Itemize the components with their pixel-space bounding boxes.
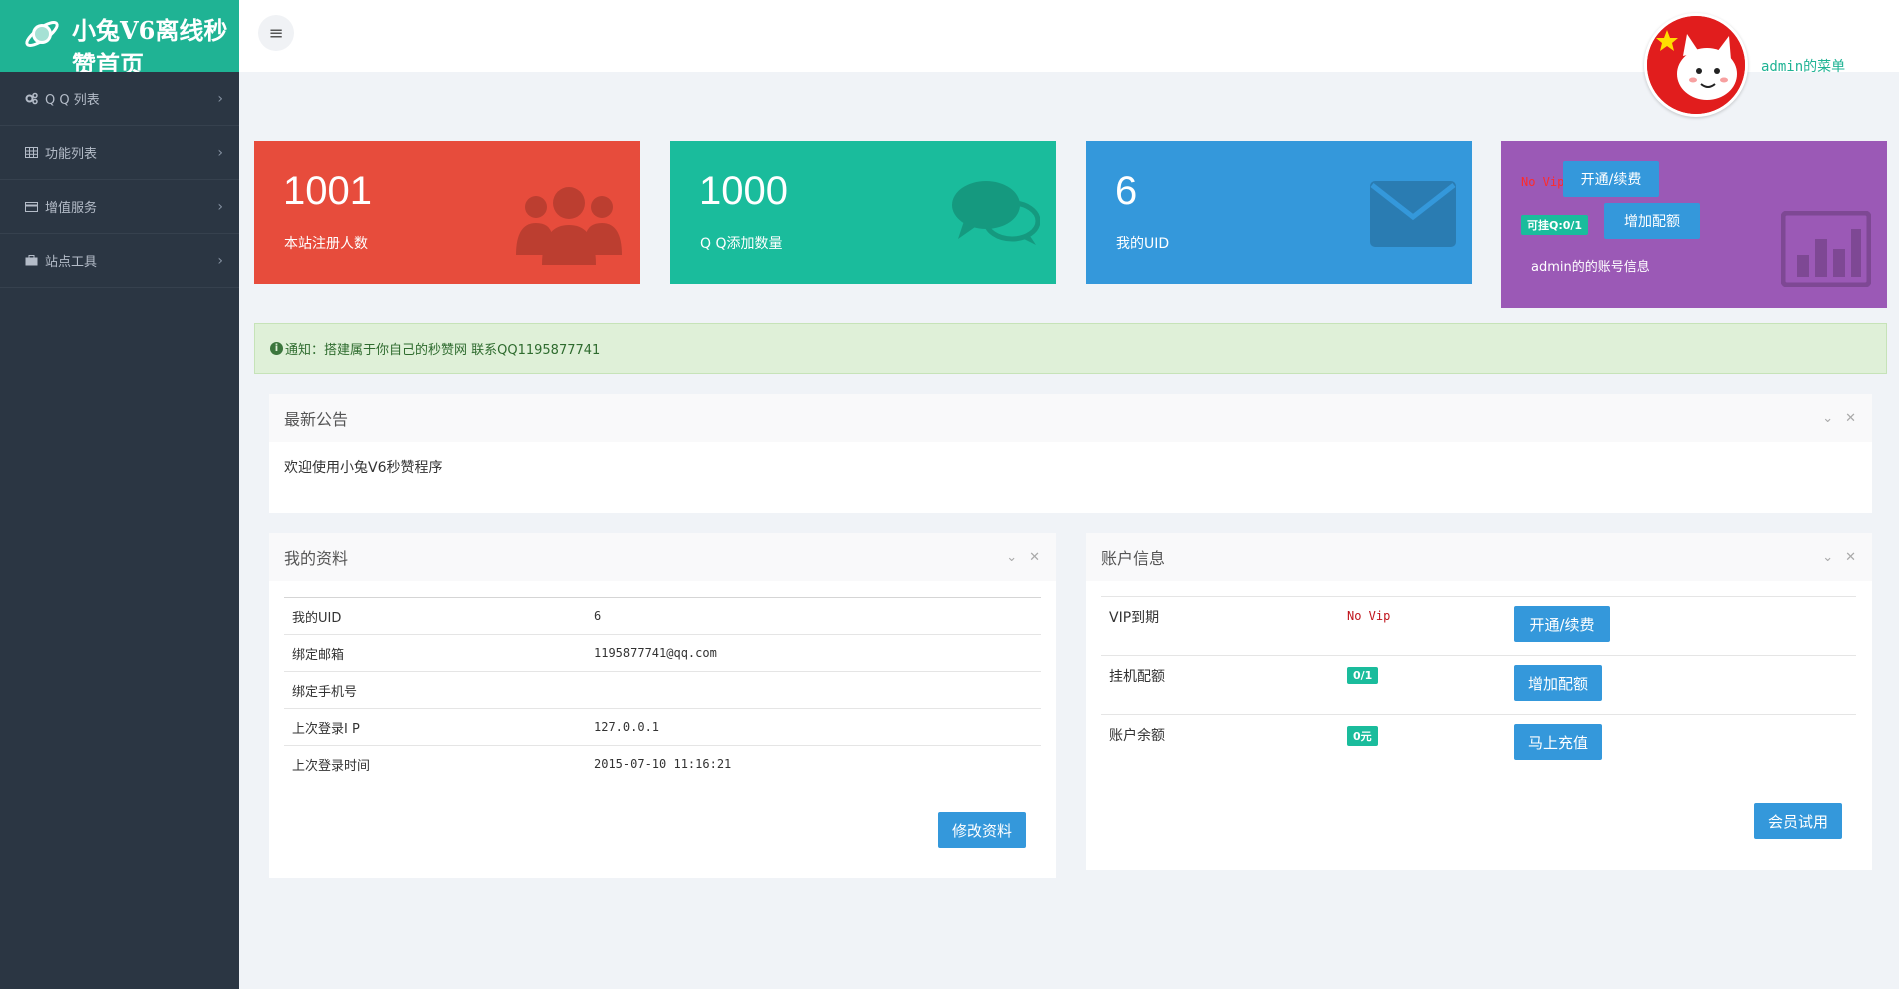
table-row: 绑定邮箱 1195877741@qq.com [284, 634, 1041, 672]
notice-bar: i 通知：搭建属于你自己的秒赞网 联系QQ1195877741 [254, 323, 1887, 374]
sidebar-item-label: Q Q 列表 [45, 93, 100, 108]
stat-label: Q Q添加数量 [700, 236, 783, 252]
chevron-right-icon: › [217, 90, 223, 107]
sidebar-item-feature-list[interactable]: 功能列表 › [0, 126, 239, 180]
panel-header: 账户信息 ⌄ ✕ [1086, 533, 1872, 581]
notice-text: 通知：搭建属于你自己的秒赞网 联系QQ1195877741 [285, 343, 601, 358]
panel-header: 我的资料 ⌄ ✕ [269, 533, 1056, 581]
collapse-icon[interactable]: ⌄ [1822, 411, 1833, 426]
row-label: 上次登录I P [284, 708, 586, 746]
account-info-label: admin的的账号信息 [1531, 260, 1650, 275]
table-row: 上次登录I P 127.0.0.1 [284, 708, 1041, 746]
edit-profile-button[interactable]: 修改资料 [938, 812, 1026, 848]
row-label: 挂机配额 [1109, 669, 1165, 685]
panel-tools: ⌄ ✕ [1822, 411, 1856, 426]
card-icon [24, 200, 38, 214]
stat-label: 本站注册人数 [284, 236, 368, 252]
quota-badge: 0/1 [1347, 667, 1379, 684]
profile-table: 我的UID 6 绑定邮箱 1195877741@qq.com 绑定手机号 上次登… [284, 597, 1041, 783]
chevron-right-icon: › [217, 252, 223, 269]
panel-title: 账户信息 [1101, 549, 1166, 568]
row-label: 我的UID [284, 597, 586, 635]
renew-vip-button[interactable]: 开通/续费 [1514, 606, 1610, 642]
table-row: 挂机配额 0/1 增加配额 [1101, 655, 1856, 714]
briefcase-icon [24, 254, 38, 268]
menu-toggle-button[interactable]: ≡ [258, 15, 294, 51]
announcement-body: 欢迎使用小兔V6秒赞程序 [284, 460, 443, 476]
stat-card-my-uid: 6 我的UID [1086, 141, 1472, 284]
table-row: 上次登录时间 2015-07-10 11:16:21 [284, 745, 1041, 783]
sidebar-item-label: 增值服务 [45, 201, 98, 216]
row-value: 6 [586, 597, 1041, 635]
row-value: 2015-07-10 11:16:21 [586, 745, 1041, 783]
sidebar-item-value-added[interactable]: 增值服务 › [0, 180, 239, 234]
table-row: 账户余额 0元 马上充值 [1101, 714, 1856, 773]
panel-tools: ⌄ ✕ [1822, 550, 1856, 565]
collapse-icon[interactable]: ⌄ [1822, 550, 1833, 565]
table-row: 我的UID 6 [284, 597, 1041, 635]
panel-tools: ⌄ ✕ [1006, 550, 1040, 565]
row-value: 127.0.0.1 [586, 708, 1041, 746]
chevron-right-icon: › [217, 198, 223, 215]
brand-title: 小兔V6离线秒赞首页 [72, 16, 228, 72]
close-icon[interactable]: ✕ [1845, 550, 1856, 565]
close-icon[interactable]: ✕ [1845, 411, 1856, 426]
avatar[interactable] [1644, 13, 1748, 117]
row-label: 上次登录时间 [284, 745, 586, 783]
comments-icon [952, 181, 1040, 245]
stat-card-registered-users: 1001 本站注册人数 [254, 141, 640, 284]
close-icon[interactable]: ✕ [1029, 550, 1040, 565]
announcement-panel: 最新公告 ⌄ ✕ 欢迎使用小兔V6秒赞程序 [269, 394, 1872, 513]
bar-chart-icon [1781, 211, 1871, 287]
cogs-icon [24, 92, 38, 106]
row-value [586, 671, 1041, 709]
sidebar-item-site-tools[interactable]: 站点工具 › [0, 234, 239, 288]
brand[interactable]: 小兔V6离线秒赞首页 [0, 0, 239, 72]
sidebar-item-qq-list[interactable]: Q Q 列表 › [0, 72, 239, 126]
recharge-button[interactable]: 马上充值 [1514, 724, 1602, 760]
hamburger-icon: ≡ [268, 22, 284, 44]
add-quota-button[interactable]: 增加配额 [1514, 665, 1602, 701]
vip-status-text: No Vip [1521, 175, 1565, 189]
account-summary-card: No Vip 开通/续费 可挂Q:0/1 增加配额 admin的的账号信息 [1501, 141, 1887, 308]
sidebar-item-label: 功能列表 [45, 147, 98, 162]
renew-vip-button[interactable]: 开通/续费 [1563, 161, 1659, 197]
table-row: VIP到期 No Vip 开通/续费 [1101, 596, 1856, 655]
users-icon [516, 187, 622, 265]
table-icon [24, 146, 38, 160]
envelope-icon [1370, 181, 1456, 247]
stat-label: 我的UID [1116, 236, 1170, 252]
add-quota-button[interactable]: 增加配额 [1604, 203, 1700, 239]
row-label: 账户余额 [1109, 728, 1165, 744]
sidebar-item-label: 站点工具 [45, 255, 98, 270]
account-info-panel: 账户信息 ⌄ ✕ VIP到期 No Vip 开通/续费 挂机配额 0/1 增加配… [1086, 533, 1872, 870]
row-label: 绑定邮箱 [284, 634, 586, 672]
collapse-icon[interactable]: ⌄ [1006, 550, 1017, 565]
profile-panel: 我的资料 ⌄ ✕ 我的UID 6 绑定邮箱 1195877741@qq.com … [269, 533, 1056, 878]
row-value: 1195877741@qq.com [586, 634, 1041, 672]
vip-expiry-value: No Vip [1347, 609, 1391, 623]
planet-logo-icon [25, 21, 59, 47]
top-header: ≡ admin的菜单 [239, 0, 1899, 117]
stat-value: 6 [1115, 169, 1138, 213]
avatar-cartoon-icon [1647, 16, 1745, 114]
panel-title: 我的资料 [284, 549, 349, 568]
member-trial-button[interactable]: 会员试用 [1754, 803, 1842, 839]
quota-badge: 可挂Q:0/1 [1521, 215, 1589, 235]
sidebar: 小兔V6离线秒赞首页 Q Q 列表 › 功能列表 › 增值服务 › 站点工具 › [0, 0, 239, 989]
balance-badge: 0元 [1347, 726, 1378, 746]
info-icon: i [270, 342, 283, 355]
stat-value: 1000 [699, 169, 788, 213]
chevron-right-icon: › [217, 144, 223, 161]
panel-header: 最新公告 ⌄ ✕ [269, 394, 1872, 442]
stat-card-qq-added: 1000 Q Q添加数量 [670, 141, 1056, 284]
row-label: VIP到期 [1109, 610, 1160, 626]
stat-value: 1001 [283, 169, 372, 213]
user-menu-link[interactable]: admin的菜单 [1761, 56, 1845, 76]
table-row: 绑定手机号 [284, 671, 1041, 709]
row-label: 绑定手机号 [284, 671, 586, 709]
panel-title: 最新公告 [284, 410, 349, 429]
